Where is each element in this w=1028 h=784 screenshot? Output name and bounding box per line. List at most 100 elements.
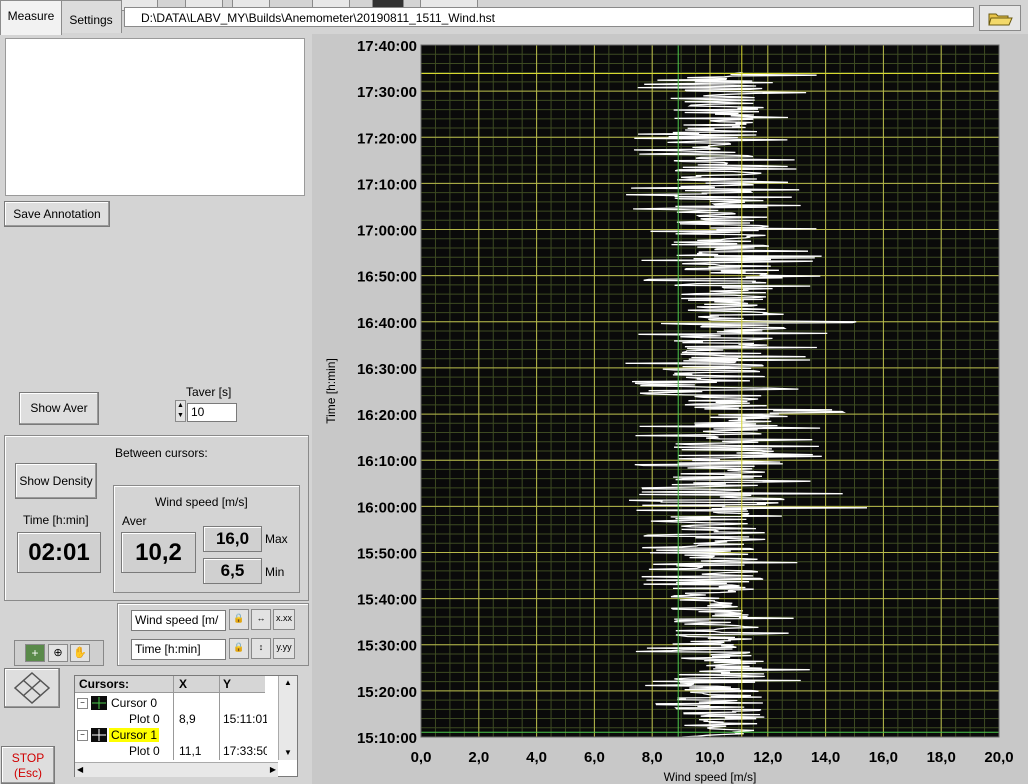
cursor1-x: 11,1	[179, 744, 202, 758]
y-lock-icon[interactable]: 🔒	[229, 638, 249, 659]
taver-label: Taver [s]	[186, 385, 232, 399]
wind-chart[interactable]: 0,0 2,0 4,0 6,0 8,0 10,0 12,0 14,0 16,0 18,0 20,0 1…	[312, 34, 1028, 784]
y-tick-label: 16:00:00	[357, 499, 417, 516]
y-tick-label: 15:40:00	[357, 592, 417, 609]
tab-measure-label: Measure	[7, 9, 55, 23]
y-tick-label: 17:00:00	[357, 223, 417, 240]
x-tick-label: 12,0	[753, 749, 782, 766]
collapse-icon[interactable]: −	[77, 698, 88, 709]
x-tick-label: 16,0	[869, 749, 898, 766]
table-vscrollbar[interactable]: ▲ ▼	[278, 676, 297, 760]
between-cursors-label: Between cursors:	[115, 446, 208, 460]
y-tick-label: 15:10:00	[357, 730, 417, 747]
cursor0-plot: Plot 0	[129, 712, 160, 726]
stop-label: STOP	[11, 751, 45, 765]
cursor0-y: 15:11:01	[223, 712, 267, 726]
x-tick-label: 10,0	[695, 749, 724, 766]
cursor-col-x: X	[179, 677, 188, 691]
taver-input[interactable]: 10	[187, 403, 237, 422]
aver-label: Aver	[122, 514, 147, 528]
collapse-icon[interactable]: −	[77, 730, 88, 741]
cursor-mover-icon	[13, 671, 51, 705]
y-tick-label: 16:20:00	[357, 407, 417, 424]
scroll-left-icon[interactable]: ◀	[77, 763, 83, 776]
cursor-table-header: Cursors: X Y	[75, 676, 265, 693]
show-aver-button[interactable]: Show Aver	[19, 392, 99, 425]
crosshair-icon[interactable]: +	[25, 644, 45, 662]
zoom-icon[interactable]: ⊕	[48, 644, 68, 662]
stop-shortcut-label: (Esc)	[14, 766, 42, 780]
open-folder-button[interactable]	[979, 5, 1021, 31]
cursor1-y: 17:33:50	[223, 744, 267, 758]
time-span-value: 02:01	[17, 532, 101, 573]
scroll-up-icon[interactable]: ▲	[279, 676, 297, 690]
table-row[interactable]: Plot 0 11,1 17:33:50	[77, 744, 267, 760]
cursor1-swatch-icon	[91, 728, 107, 742]
file-path-text: D:\DATA\LABV_MY\Builds\Anemometer\201908…	[141, 11, 495, 25]
table-row[interactable]: − Cursor 1	[77, 728, 171, 744]
cursor-legend-table: Cursors: X Y − Cursor 0 Plot 0 8,9 15:11…	[74, 675, 298, 777]
cursor1-plot: Plot 0	[129, 744, 160, 758]
show-density-label: Show Density	[19, 474, 93, 488]
table-hscrollbar[interactable]: ◀ ▶	[75, 762, 278, 777]
y-tick-label: 15:20:00	[357, 684, 417, 701]
table-row[interactable]: − Cursor 0	[77, 696, 171, 712]
x-autoscale-icon[interactable]: ↔	[251, 609, 271, 630]
tab-settings[interactable]: Settings	[60, 0, 122, 33]
y-tick-label: 17:10:00	[357, 176, 417, 193]
scroll-right-icon[interactable]: ▶	[270, 763, 276, 776]
x-tick-label: 4,0	[526, 749, 547, 766]
y-tick-label: 16:50:00	[357, 269, 417, 286]
min-value: 6,5	[203, 558, 262, 584]
x-tick-label: 6,0	[584, 749, 605, 766]
time-span-label: Time [h:min]	[23, 513, 89, 527]
file-path-field[interactable]: D:\DATA\LABV_MY\Builds\Anemometer\201908…	[124, 7, 974, 27]
x-tick-label: 14,0	[811, 749, 840, 766]
y-tick-label: 16:40:00	[357, 315, 417, 332]
save-annotation-label: Save Annotation	[13, 207, 101, 221]
aver-value: 10,2	[121, 532, 196, 573]
folder-icon	[988, 13, 1013, 26]
y-tick-label: 17:20:00	[357, 130, 417, 147]
x-tick-label: 8,0	[642, 749, 663, 766]
wind-speed-group-label: Wind speed [m/s]	[155, 495, 248, 509]
x-lock-icon[interactable]: 🔒	[229, 609, 249, 630]
x-tick-label: 18,0	[927, 749, 956, 766]
y-tick-label: 15:50:00	[357, 545, 417, 562]
show-aver-label: Show Aver	[30, 401, 88, 415]
cursor0-swatch-icon	[91, 696, 107, 710]
cursor-col-y: Y	[223, 677, 232, 691]
y-tick-label: 16:30:00	[357, 361, 417, 378]
y-tick-label: 15:30:00	[357, 638, 417, 655]
save-annotation-button[interactable]: Save Annotation	[4, 201, 110, 227]
annotation-textbox[interactable]	[5, 38, 305, 196]
y-tick-label: 17:40:00	[357, 38, 417, 55]
taver-stepper[interactable]: ▲ ▼	[175, 400, 186, 422]
cursor0-x: 8,9	[179, 712, 196, 726]
cursor-col-name: Cursors:	[79, 677, 130, 691]
cursor0-name: Cursor 0	[111, 696, 158, 710]
cursor1-name: Cursor 1	[109, 728, 160, 742]
x-tick-label: 2,0	[468, 749, 489, 766]
max-label: Max	[265, 532, 288, 546]
x-tick-label: 20,0	[984, 749, 1013, 766]
show-density-button[interactable]: Show Density	[15, 463, 97, 499]
pan-hand-icon[interactable]: ✋	[70, 644, 90, 662]
y-scale-name: Time [h:min]	[131, 639, 226, 660]
y-axis-title: Time [h:min]	[324, 358, 338, 424]
y-tick-label: 17:30:00	[357, 84, 417, 101]
scroll-down-icon[interactable]: ▼	[279, 746, 297, 760]
table-row[interactable]: Plot 0 8,9 15:11:01	[77, 712, 267, 728]
x-tick-label: 0,0	[411, 749, 432, 766]
tab-settings-label: Settings	[69, 13, 113, 27]
y-autoscale-icon[interactable]: ↕	[251, 638, 271, 659]
tab-measure[interactable]: Measure	[0, 0, 62, 35]
x-format-icon[interactable]: x.xx	[273, 609, 295, 630]
y-format-icon[interactable]: y.yy	[273, 638, 295, 659]
x-axis-title: Wind speed [m/s]	[664, 770, 757, 784]
min-label: Min	[265, 565, 285, 579]
max-value: 16,0	[203, 526, 262, 552]
cursor-mover-button[interactable]	[4, 668, 60, 708]
x-scale-name: Wind speed [m/	[131, 610, 226, 631]
stop-button[interactable]: STOP (Esc)	[1, 746, 55, 784]
